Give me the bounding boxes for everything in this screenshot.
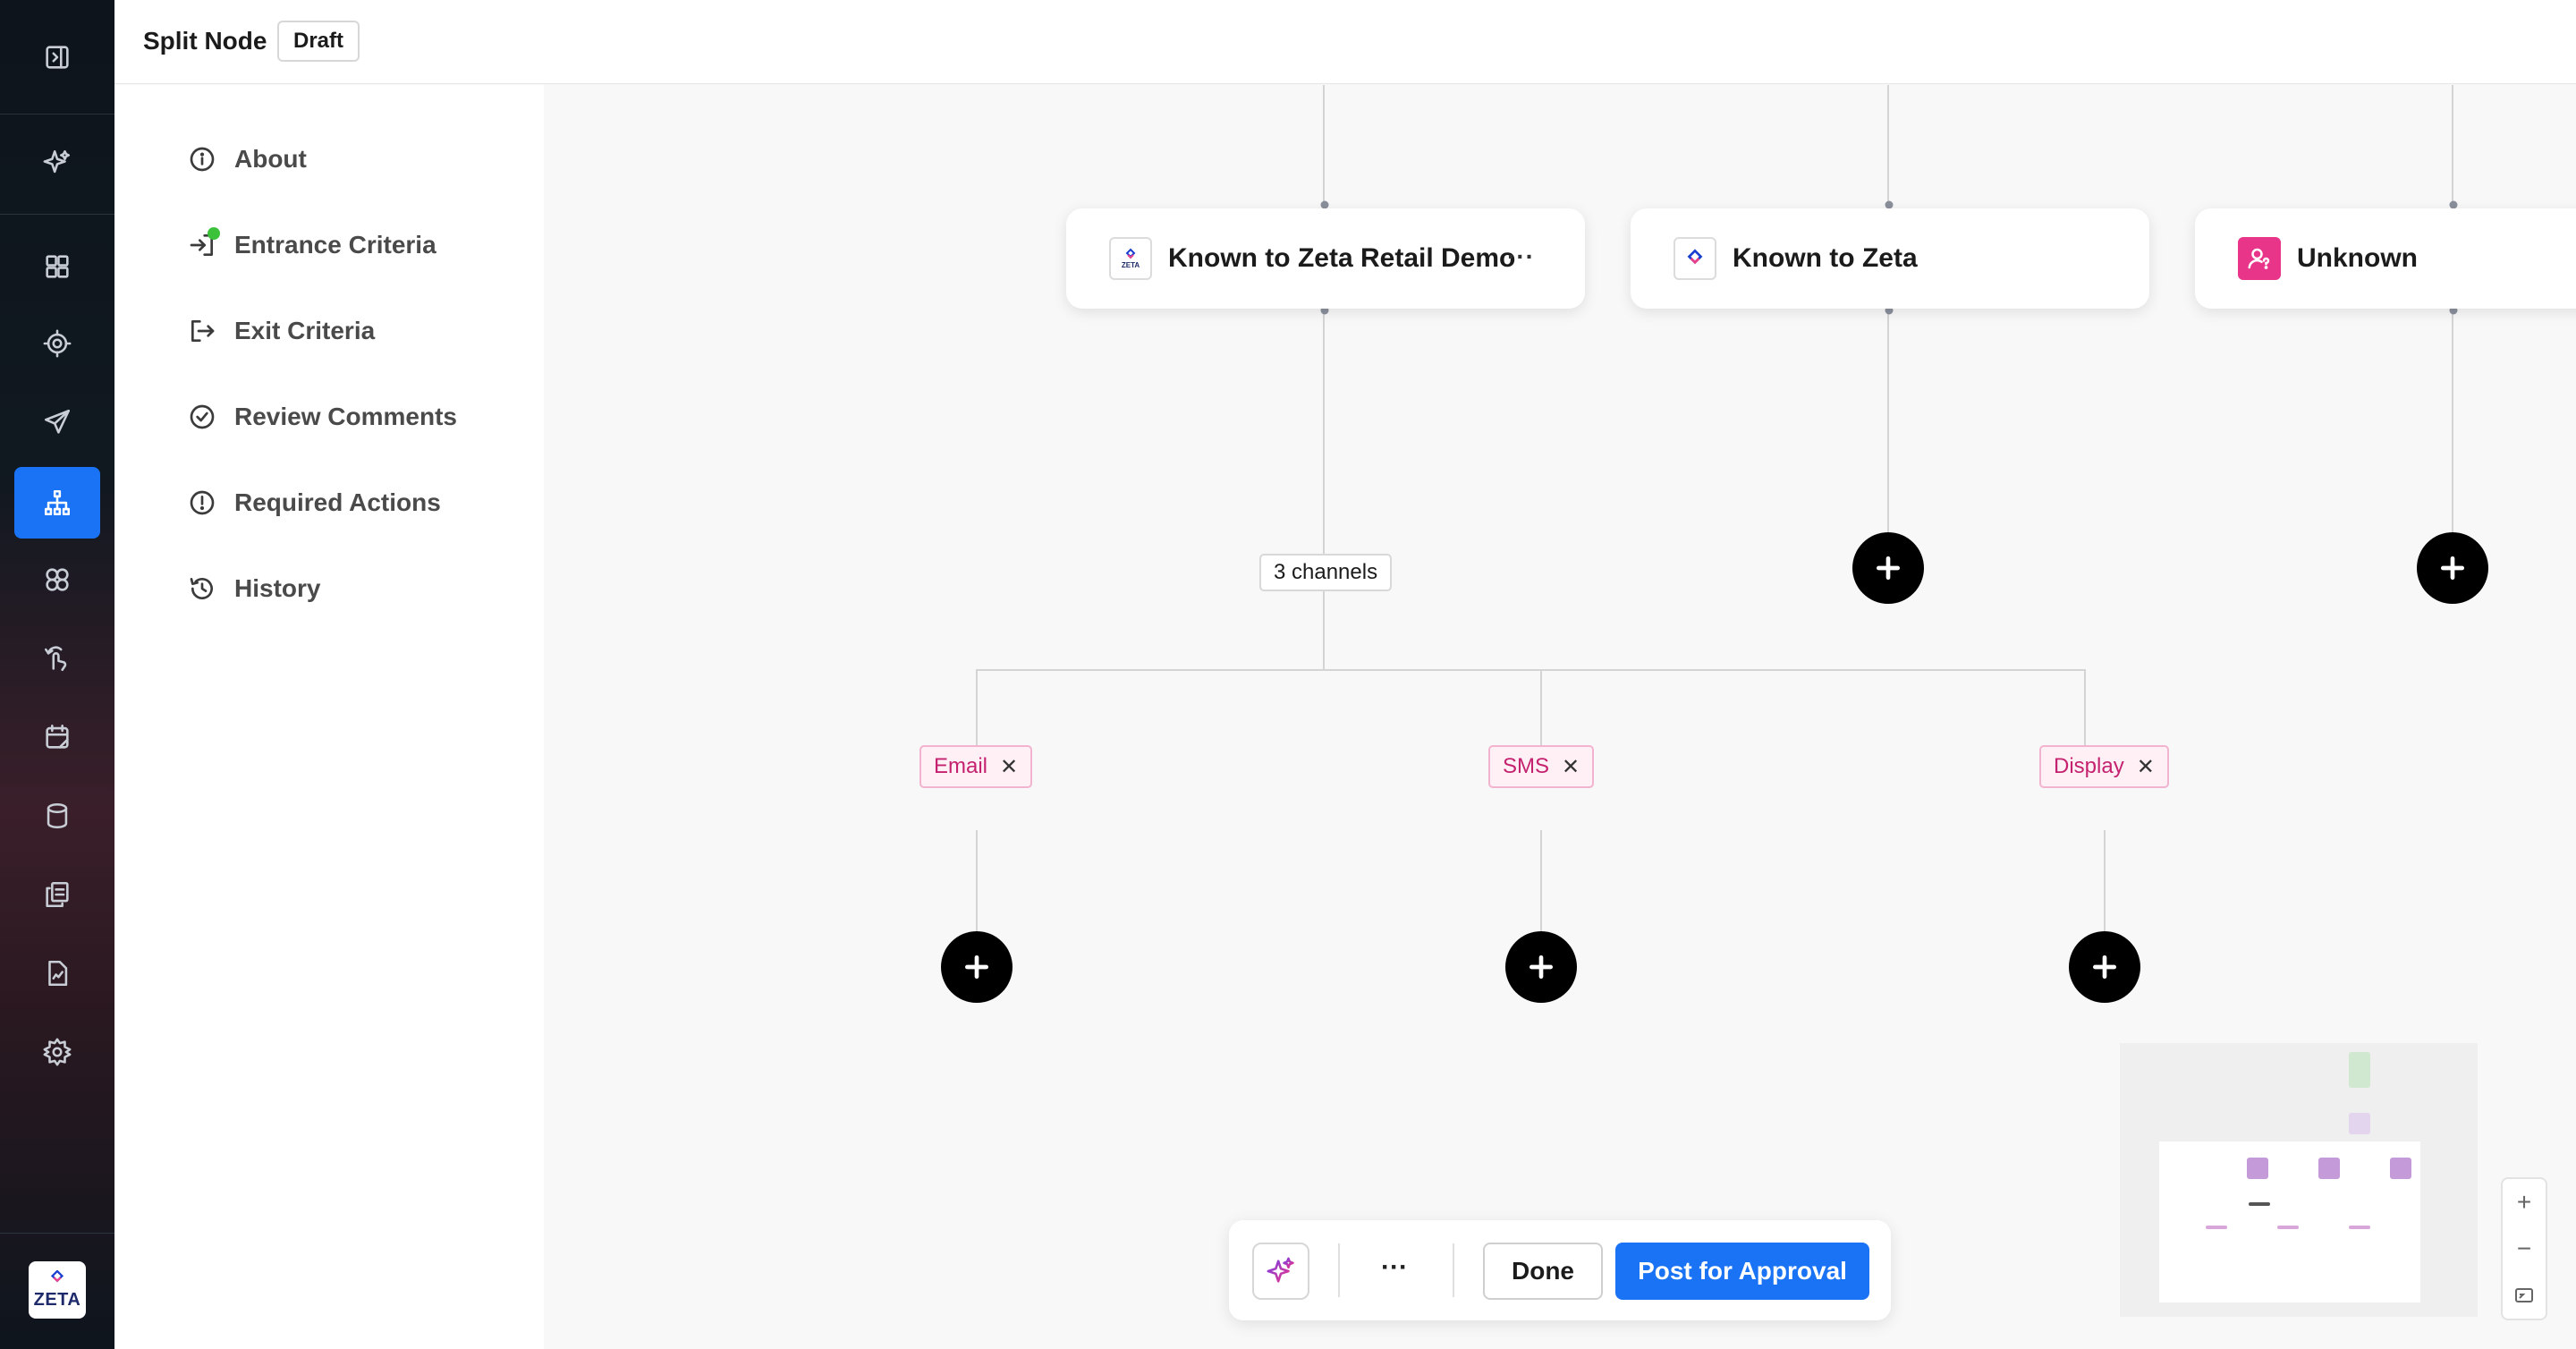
info-icon <box>186 143 218 175</box>
logo-text: ZETA <box>33 1289 81 1310</box>
plus-icon <box>2093 955 2116 979</box>
history-icon <box>186 573 218 605</box>
journey-icon[interactable] <box>14 467 100 539</box>
zoom-controls: + − <box>2501 1177 2547 1320</box>
menu-item-label: Entrance Criteria <box>234 231 436 259</box>
close-icon[interactable]: ✕ <box>1000 754 1018 780</box>
zeta-mark-icon <box>50 1269 64 1282</box>
node-more-button[interactable]: ··· <box>1507 242 1535 271</box>
zeta-logo[interactable]: ZETA <box>29 1261 86 1319</box>
close-icon[interactable]: ✕ <box>2137 754 2155 780</box>
unknown-user-icon <box>2238 237 2281 280</box>
zeta-retail-icon: ZETA <box>1109 237 1152 280</box>
channels-count-chip[interactable]: 3 channels <box>1259 554 1393 591</box>
minimap-node <box>2247 1158 2268 1179</box>
zeta-icon <box>1674 237 1716 280</box>
rail-divider <box>0 114 114 115</box>
post-for-approval-button[interactable]: Post for Approval <box>1615 1243 1869 1300</box>
action-bar: ··· Done Post for Approval <box>1229 1220 1891 1320</box>
minimap-node <box>2349 1226 2370 1229</box>
sparkle-icon <box>1267 1257 1294 1283</box>
plus-icon <box>965 955 988 979</box>
sparkle-icon[interactable] <box>14 127 100 199</box>
split-node-unknown[interactable]: Unknown <box>2195 208 2576 309</box>
node-label: Known to Zeta Retail Demo <box>1168 243 1516 273</box>
svg-text:ZETA: ZETA <box>1122 261 1140 269</box>
add-step-button[interactable] <box>1505 931 1577 1003</box>
channel-tag-display[interactable]: Display ✕ <box>2039 745 2169 788</box>
menu-item-label: History <box>234 574 321 602</box>
channel-tag-sms[interactable]: SMS ✕ <box>1488 745 1595 788</box>
settings-icon[interactable] <box>14 1016 100 1088</box>
entrance-icon <box>186 227 220 261</box>
divider <box>1338 1243 1340 1297</box>
page-title: Split Node <box>143 27 267 55</box>
channel-label: Email <box>934 754 988 778</box>
status-badge: Draft <box>277 21 360 62</box>
menu-item-label: About <box>234 145 307 173</box>
reports-icon[interactable] <box>14 938 100 1009</box>
menu-item-entrance-criteria[interactable]: Entrance Criteria <box>186 224 436 267</box>
app-rail: ZETA <box>0 0 114 1349</box>
menu-item-label: Required Actions <box>234 488 441 516</box>
minimap-viewport[interactable] <box>2159 1141 2420 1302</box>
menu-item-history[interactable]: History <box>186 567 320 610</box>
fit-view-button[interactable] <box>2503 1272 2546 1319</box>
menu-item-about[interactable]: About <box>186 138 307 181</box>
plus-icon <box>2441 556 2464 580</box>
zoom-out-button[interactable]: − <box>2503 1226 2546 1272</box>
channel-label: SMS <box>1503 754 1550 778</box>
segments-icon[interactable] <box>14 544 100 615</box>
check-circle-icon <box>186 401 218 433</box>
zoom-in-button[interactable]: + <box>2503 1179 2546 1226</box>
rail-divider <box>0 214 114 215</box>
minimap-node <box>2390 1158 2411 1179</box>
panel-toggle-icon[interactable] <box>14 21 100 93</box>
minimap-node <box>2349 1052 2370 1088</box>
alert-icon <box>186 487 218 519</box>
add-step-button[interactable] <box>2417 532 2488 604</box>
more-options-button[interactable]: ··· <box>1381 1252 1408 1283</box>
minimap[interactable] <box>2120 1043 2478 1317</box>
close-icon[interactable]: ✕ <box>1562 754 1580 780</box>
menu-item-label: Exit Criteria <box>234 317 376 344</box>
minimap-node <box>2206 1226 2227 1229</box>
rail-divider <box>0 1233 114 1234</box>
minimap-node <box>2349 1113 2370 1134</box>
dashboard-icon[interactable] <box>14 231 100 302</box>
channel-label: Display <box>2054 754 2124 778</box>
minimap-node <box>2249 1202 2270 1206</box>
plus-icon <box>1877 556 1900 580</box>
side-panel: About Entrance Criteria Exit Criteria Re… <box>114 85 544 1349</box>
minimap-node <box>2277 1226 2299 1229</box>
calendar-icon[interactable] <box>14 701 100 773</box>
channel-tag-email[interactable]: Email ✕ <box>919 745 1033 788</box>
page-header: Split Node Draft <box>114 0 2576 84</box>
complete-status-dot <box>208 227 220 240</box>
plus-icon <box>1530 955 1553 979</box>
add-step-button[interactable] <box>941 931 1013 1003</box>
menu-item-review-comments[interactable]: Review Comments <box>186 395 457 438</box>
divider <box>1453 1243 1454 1297</box>
fit-view-icon <box>2515 1288 2533 1302</box>
split-node-known-zeta[interactable]: Known to Zeta <box>1631 208 2149 309</box>
node-label: Known to Zeta <box>1733 243 1918 273</box>
assets-icon[interactable] <box>14 859 100 930</box>
minimap-node <box>2318 1158 2340 1179</box>
menu-item-required-actions[interactable]: Required Actions <box>186 481 441 524</box>
menu-item-label: Review Comments <box>234 403 457 430</box>
ai-assist-button[interactable] <box>1252 1243 1309 1300</box>
database-icon[interactable] <box>14 780 100 852</box>
add-step-button[interactable] <box>1852 532 1924 604</box>
exit-icon <box>186 315 218 347</box>
add-step-button[interactable] <box>2069 931 2140 1003</box>
send-icon[interactable] <box>14 386 100 458</box>
done-button[interactable]: Done <box>1483 1243 1603 1300</box>
menu-item-exit-criteria[interactable]: Exit Criteria <box>186 310 375 352</box>
target-icon[interactable] <box>14 308 100 379</box>
touch-icon[interactable] <box>14 623 100 694</box>
split-node-known-retail[interactable]: ZETA Known to Zeta Retail Demo ··· <box>1066 208 1585 309</box>
node-label: Unknown <box>2297 243 2418 273</box>
